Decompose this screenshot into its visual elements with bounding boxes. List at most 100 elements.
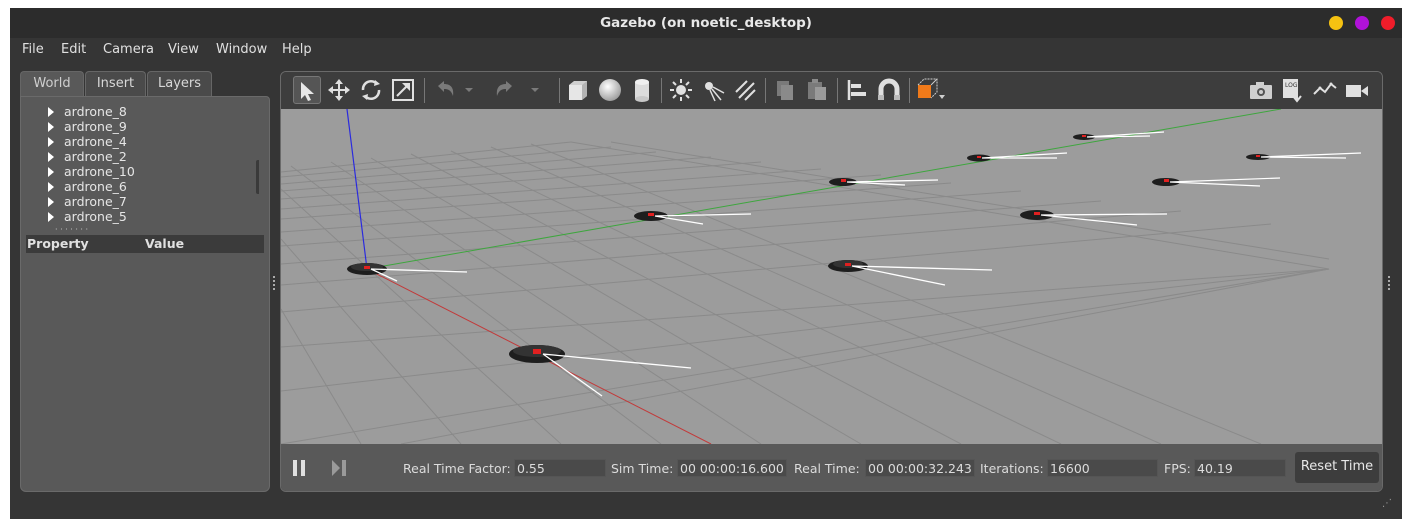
fps-field: 40.19 [1194, 459, 1286, 477]
expand-arrow-icon[interactable] [48, 197, 54, 207]
undo-history-icon[interactable] [461, 76, 477, 104]
redo-icon[interactable] [492, 76, 520, 104]
view-angle-icon[interactable] [914, 76, 946, 104]
paste-icon[interactable] [803, 76, 831, 104]
tab-world[interactable]: World [20, 71, 84, 96]
expand-arrow-icon[interactable] [48, 182, 54, 192]
fps-label: FPS: [1164, 461, 1191, 476]
spot-light-icon[interactable] [699, 76, 727, 104]
toolbar-separator [837, 78, 838, 103]
real-time-factor-label: Real Time Factor: [403, 461, 511, 476]
log-icon[interactable]: LOG [1279, 76, 1307, 104]
resize-grip-icon[interactable]: ⋰ [1382, 498, 1392, 509]
box-icon[interactable] [564, 76, 592, 104]
tree-item[interactable]: ardrone_2 [64, 149, 127, 164]
drone-model [828, 260, 993, 286]
tree-item[interactable]: ardrone_9 [64, 119, 127, 134]
toolbar-separator [909, 78, 910, 103]
tree-item[interactable]: ardrone_7 [64, 194, 127, 209]
title-bar: Gazebo (on noetic_desktop) [10, 8, 1402, 38]
right-splitter-handle[interactable] [1388, 276, 1390, 290]
directional-light-icon[interactable] [731, 76, 759, 104]
left-splitter-handle[interactable] [273, 276, 275, 290]
expand-arrow-icon[interactable] [48, 137, 54, 147]
point-light-icon[interactable] [667, 76, 695, 104]
sim-time-label: Sim Time: [611, 461, 674, 476]
toolbar-separator [661, 78, 662, 103]
value-column-header: Value [145, 236, 185, 251]
drone-model [1152, 177, 1281, 187]
tree-item-partial: · ·— — [55, 97, 96, 103]
tree-item[interactable]: ardrone_8 [64, 104, 127, 119]
menu-view[interactable]: View [168, 42, 199, 57]
drone-model [634, 211, 752, 225]
menu-file[interactable]: File [22, 42, 44, 57]
toolbar: LOG [281, 72, 1382, 109]
translate-mode-icon[interactable] [325, 76, 353, 104]
time-panel: Real Time Factor: 0.55 Sim Time: 00 00:0… [281, 444, 1382, 491]
record-video-icon[interactable] [1343, 76, 1371, 104]
toolbar-separator [559, 78, 560, 103]
sphere-icon[interactable] [596, 76, 624, 104]
real-time-label: Real Time: [794, 461, 860, 476]
align-icon[interactable] [843, 76, 871, 104]
3d-scene[interactable] [281, 108, 1382, 445]
reset-time-button[interactable]: Reset Time [1295, 452, 1379, 483]
rotate-mode-icon[interactable] [357, 76, 385, 104]
toolbar-separator [424, 78, 425, 103]
property-column-header: Property [27, 236, 89, 251]
drone-model [1246, 152, 1362, 160]
expand-arrow-icon[interactable] [48, 167, 54, 177]
tree-item[interactable]: ardrone_6 [64, 179, 127, 194]
sim-time-field: 00 00:00:16.600 [677, 459, 787, 477]
tab-layers[interactable]: Layers [147, 71, 212, 96]
tree-item[interactable]: ardrone_5 [64, 209, 127, 224]
drone-model [509, 345, 692, 397]
snap-icon[interactable] [875, 76, 903, 104]
real-time-factor-field: 0.55 [514, 459, 606, 477]
scale-mode-icon[interactable] [389, 76, 417, 104]
copy-icon[interactable] [771, 76, 799, 104]
tree-scrollbar[interactable] [256, 160, 259, 194]
drone-model [1073, 131, 1165, 140]
render-viewport: LOG Real Time Factor: 0.55 Sim Time: 00 … [280, 71, 1383, 492]
left-panel: World Insert Layers · ·— — ardrone_8 ard… [20, 71, 270, 492]
plot-icon[interactable] [1311, 76, 1339, 104]
maximize-button[interactable] [1355, 16, 1369, 30]
tree-item-partial: · · · · · · · [55, 225, 89, 231]
step-icon[interactable] [330, 459, 348, 477]
model-tree[interactable]: · ·— — ardrone_8 ardrone_9 ardrone_4 ard… [21, 97, 259, 231]
redo-history-icon[interactable] [527, 76, 543, 104]
ground-grid [281, 141, 1330, 445]
expand-arrow-icon[interactable] [48, 122, 54, 132]
toolbar-separator [765, 78, 766, 103]
tree-item[interactable]: ardrone_4 [64, 134, 127, 149]
menu-camera[interactable]: Camera [103, 42, 154, 57]
iterations-label: Iterations: [980, 461, 1044, 476]
menu-edit[interactable]: Edit [61, 42, 86, 57]
z-axis-line [346, 108, 368, 270]
expand-arrow-icon[interactable] [48, 107, 54, 117]
world-panel: · ·— — ardrone_8 ardrone_9 ardrone_4 ard… [20, 96, 270, 492]
undo-icon[interactable] [430, 76, 458, 104]
svg-text:LOG: LOG [1285, 82, 1298, 89]
gazebo-window: Gazebo (on noetic_desktop) File Edit Cam… [10, 8, 1402, 519]
minimize-button[interactable] [1329, 16, 1343, 30]
expand-arrow-icon[interactable] [48, 212, 54, 222]
menu-bar: File Edit Camera View Window Help [10, 38, 1402, 62]
select-mode-icon[interactable] [293, 76, 321, 104]
close-button[interactable] [1381, 16, 1395, 30]
menu-help[interactable]: Help [282, 42, 312, 57]
cylinder-icon[interactable] [628, 76, 656, 104]
drone-model [967, 152, 1068, 162]
iterations-field: 16600 [1047, 459, 1158, 477]
expand-arrow-icon[interactable] [48, 152, 54, 162]
property-table-header: Property Value [26, 235, 264, 253]
pause-icon[interactable] [291, 459, 307, 477]
screenshot-icon[interactable] [1247, 76, 1275, 104]
window-title: Gazebo (on noetic_desktop) [600, 15, 812, 31]
tab-insert[interactable]: Insert [85, 71, 146, 96]
tree-item[interactable]: ardrone_10 [64, 164, 135, 179]
real-time-field: 00 00:00:32.243 [865, 459, 975, 477]
menu-window[interactable]: Window [216, 42, 267, 57]
